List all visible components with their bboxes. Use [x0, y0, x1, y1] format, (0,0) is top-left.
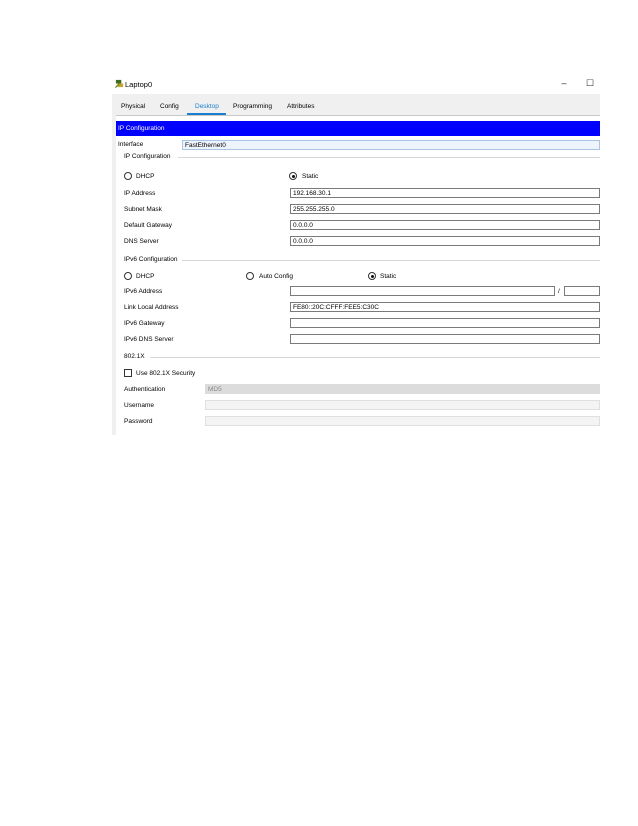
- title-bar: Laptop0 – ☐: [112, 74, 600, 94]
- ipv6-prefix-input[interactable]: [564, 286, 600, 296]
- authentication-label: Authentication: [124, 386, 166, 393]
- subnet-mask-input[interactable]: 255.255.255.0: [290, 204, 600, 214]
- tab-desktop[interactable]: Desktop: [195, 103, 219, 110]
- tab-physical[interactable]: Physical: [121, 103, 145, 110]
- interface-select[interactable]: FastEthernet0: [182, 140, 600, 150]
- interface-label: Interface: [118, 141, 144, 148]
- use-8021x-label: Use 802.1X Security: [136, 370, 196, 377]
- link-local-address-label: Link Local Address: [124, 304, 179, 311]
- password-label: Password: [124, 418, 153, 425]
- default-gateway-input[interactable]: 0.0.0.0: [290, 220, 600, 230]
- dot1x-group-title: 802.1X: [124, 353, 145, 360]
- ip-address-input[interactable]: 192.168.30.1: [290, 188, 600, 198]
- dns-server-label: DNS Server: [124, 238, 159, 245]
- ipv6-gateway-label: IPv6 Gateway: [124, 320, 165, 327]
- window-title: Laptop0: [125, 80, 153, 89]
- ip-configuration-header: IP Configuration: [116, 121, 600, 136]
- ipv4-static-radio[interactable]: [289, 172, 297, 180]
- tab-bar: Physical Config Desktop Programming Attr…: [112, 100, 600, 115]
- desktop-tab-pane: IP Configuration Interface FastEthernet0…: [116, 115, 600, 435]
- ipv4-group-title: IP Configuration: [124, 153, 171, 160]
- maximize-button[interactable]: ☐: [583, 77, 597, 89]
- ipv6-auto-config-label: Auto Config: [259, 273, 293, 280]
- ipv6-address-input[interactable]: [290, 286, 555, 296]
- ipv6-group-divider: [182, 260, 600, 261]
- tab-attributes[interactable]: Attributes: [287, 103, 314, 110]
- minimize-button[interactable]: –: [557, 77, 571, 89]
- ipv4-group-divider: [178, 157, 600, 158]
- username-label: Username: [124, 402, 154, 409]
- ipv6-dns-server-input[interactable]: [290, 334, 600, 344]
- ipv6-dhcp-radio[interactable]: [124, 272, 132, 280]
- ipv4-dhcp-radio[interactable]: [124, 172, 132, 180]
- ipv6-static-radio[interactable]: [368, 272, 376, 280]
- laptop-icon: [115, 79, 124, 88]
- link-local-address-field[interactable]: FE80::20C:CFFF:FEE5:C30C: [290, 302, 600, 312]
- ipv6-static-label: Static: [380, 273, 397, 280]
- ipv6-gateway-input[interactable]: [290, 318, 600, 328]
- laptop-window: Laptop0 – ☐ Physical Config Desktop Prog…: [112, 74, 600, 435]
- ipv6-auto-config-radio[interactable]: [246, 272, 254, 280]
- username-input[interactable]: [205, 400, 600, 410]
- dot1x-group-divider: [150, 357, 600, 358]
- ipv6-address-label: IPv6 Address: [124, 288, 163, 295]
- ipv6-dhcp-label: DHCP: [136, 273, 155, 280]
- ipv4-dhcp-label: DHCP: [136, 173, 155, 180]
- ipv6-group-title: IPv6 Configuration: [124, 256, 178, 263]
- default-gateway-label: Default Gateway: [124, 222, 173, 229]
- subnet-mask-label: Subnet Mask: [124, 206, 162, 213]
- dns-server-input[interactable]: 0.0.0.0: [290, 236, 600, 246]
- password-input[interactable]: [205, 416, 600, 426]
- ip-address-label: IP Address: [124, 190, 156, 197]
- ipv4-static-label: Static: [302, 173, 319, 180]
- use-8021x-checkbox[interactable]: [124, 369, 132, 377]
- ip-configuration-header-text: IP Configuration: [118, 125, 165, 132]
- tab-programming[interactable]: Programming: [233, 103, 272, 110]
- authentication-select[interactable]: MD5: [205, 384, 600, 394]
- tab-config[interactable]: Config: [160, 103, 179, 110]
- ipv6-dns-server-label: IPv6 DNS Server: [124, 336, 174, 343]
- ipv6-prefix-separator: /: [558, 288, 560, 295]
